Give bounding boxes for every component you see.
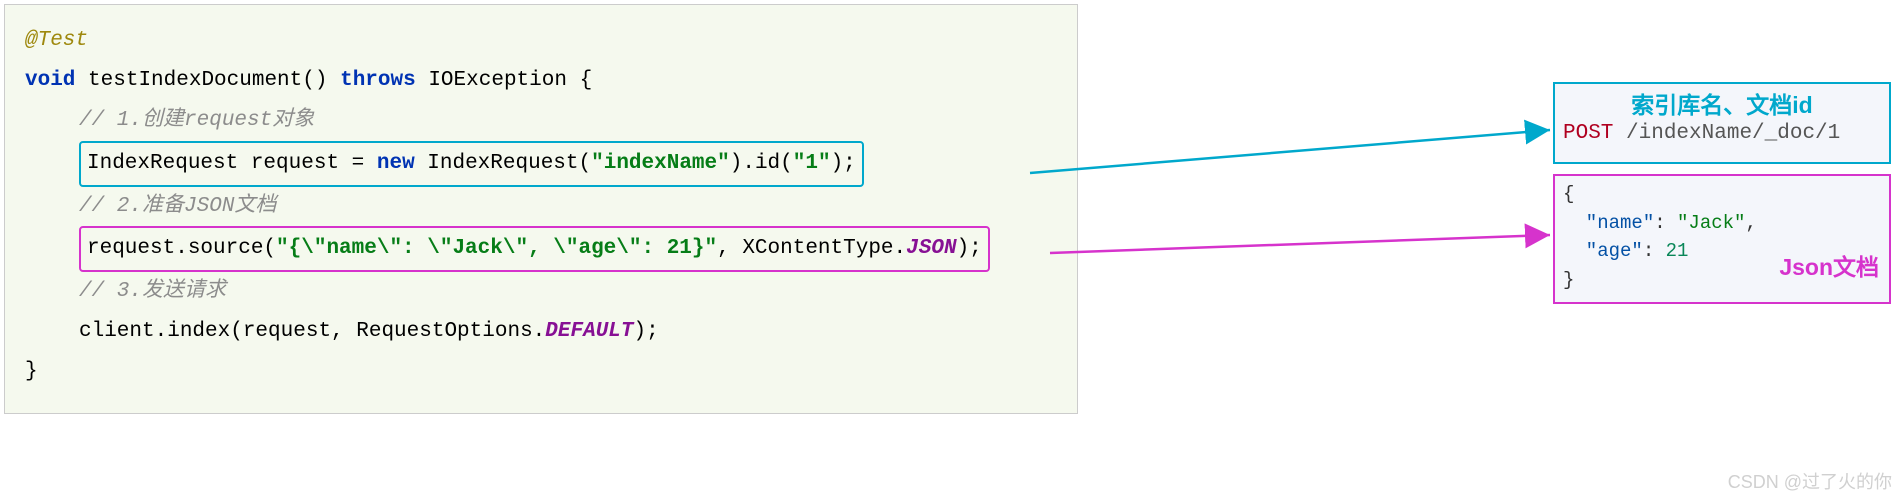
space <box>75 69 88 92</box>
json-key-name: "name" <box>1563 212 1654 234</box>
json-colon: : <box>1654 212 1677 234</box>
string-indexname: "indexName" <box>591 152 730 175</box>
json-brace: { <box>1563 183 1574 205</box>
code-annotation: @Test <box>25 21 1057 61</box>
json-val-21: 21 <box>1666 240 1689 262</box>
method-name: testIndexDocument() <box>88 69 327 92</box>
watermark: CSDN @过了火的你 <box>1728 468 1892 494</box>
kw-throws: throws <box>340 69 416 92</box>
callout-blue-title: 索引库名、文档id <box>1563 86 1881 120</box>
code-part: , XContentType. <box>717 237 906 260</box>
space <box>416 69 429 92</box>
comment-text: // 2.准备JSON文档 <box>79 195 276 218</box>
brace-close-line: } <box>25 352 1057 392</box>
http-method: POST <box>1563 122 1613 145</box>
callout-pink-title: Json文档 <box>1779 248 1879 282</box>
comment-3: // 3.发送请求 <box>25 272 1057 312</box>
comment-2: // 2.准备JSON文档 <box>25 187 1057 227</box>
comment-text: // 1.创建request对象 <box>79 109 314 132</box>
space <box>327 69 340 92</box>
code-panel: @Test void testIndexDocument() throws IO… <box>4 4 1078 414</box>
code-part: request.source( <box>87 237 276 260</box>
json-colon: : <box>1643 240 1666 262</box>
json-key-age: "age" <box>1563 240 1643 262</box>
comment-1: // 1.创建request对象 <box>25 101 1057 141</box>
brace-open: { <box>580 69 593 92</box>
highlight-source: request.source("{\"name\": \"Jack\", \"a… <box>79 226 990 272</box>
const-json: JSON <box>906 237 956 260</box>
code-signature: void testIndexDocument() throws IOExcept… <box>25 61 1057 101</box>
brace-close: } <box>25 360 38 383</box>
kw-new: new <box>377 152 415 175</box>
code-request-line: IndexRequest request = new IndexRequest(… <box>25 141 1057 187</box>
string-json: "{\"name\": \"Jack\", \"age\": 21}" <box>276 237 717 260</box>
arrow-blue-line <box>1030 130 1550 173</box>
code-client-line: client.index(request, RequestOptions.DEF… <box>25 312 1057 352</box>
string-id: "1" <box>793 152 831 175</box>
code-part: IndexRequest request = <box>87 152 377 175</box>
code-part: client.index(request, RequestOptions. <box>79 320 545 343</box>
json-comma: , <box>1745 212 1756 234</box>
code-part: IndexRequest( <box>415 152 591 175</box>
json-brace: } <box>1563 269 1574 291</box>
code-source-line: request.source("{\"name\": \"Jack\", \"a… <box>25 226 1057 272</box>
http-request-line: POST /indexName/_doc/1 <box>1563 122 1881 145</box>
const-default: DEFAULT <box>545 320 633 343</box>
comment-text: // 3.发送请求 <box>79 280 226 303</box>
code-part: ).id( <box>730 152 793 175</box>
code-part: ); <box>831 152 856 175</box>
http-path: /indexName/_doc/1 <box>1613 122 1840 145</box>
code-part: ); <box>957 237 982 260</box>
highlight-index-request: IndexRequest request = new IndexRequest(… <box>79 141 864 187</box>
callout-index-doc: 索引库名、文档id POST /indexName/_doc/1 <box>1553 82 1891 164</box>
exception-type: IOException <box>428 69 567 92</box>
space <box>567 69 580 92</box>
arrow-pink-line <box>1050 235 1550 253</box>
test-annotation: @Test <box>25 29 88 52</box>
code-part: ); <box>634 320 659 343</box>
kw-void: void <box>25 69 75 92</box>
json-val-jack: "Jack" <box>1677 212 1745 234</box>
callout-json-doc: { "name": "Jack", "age": 21 } Json文档 <box>1553 174 1891 304</box>
